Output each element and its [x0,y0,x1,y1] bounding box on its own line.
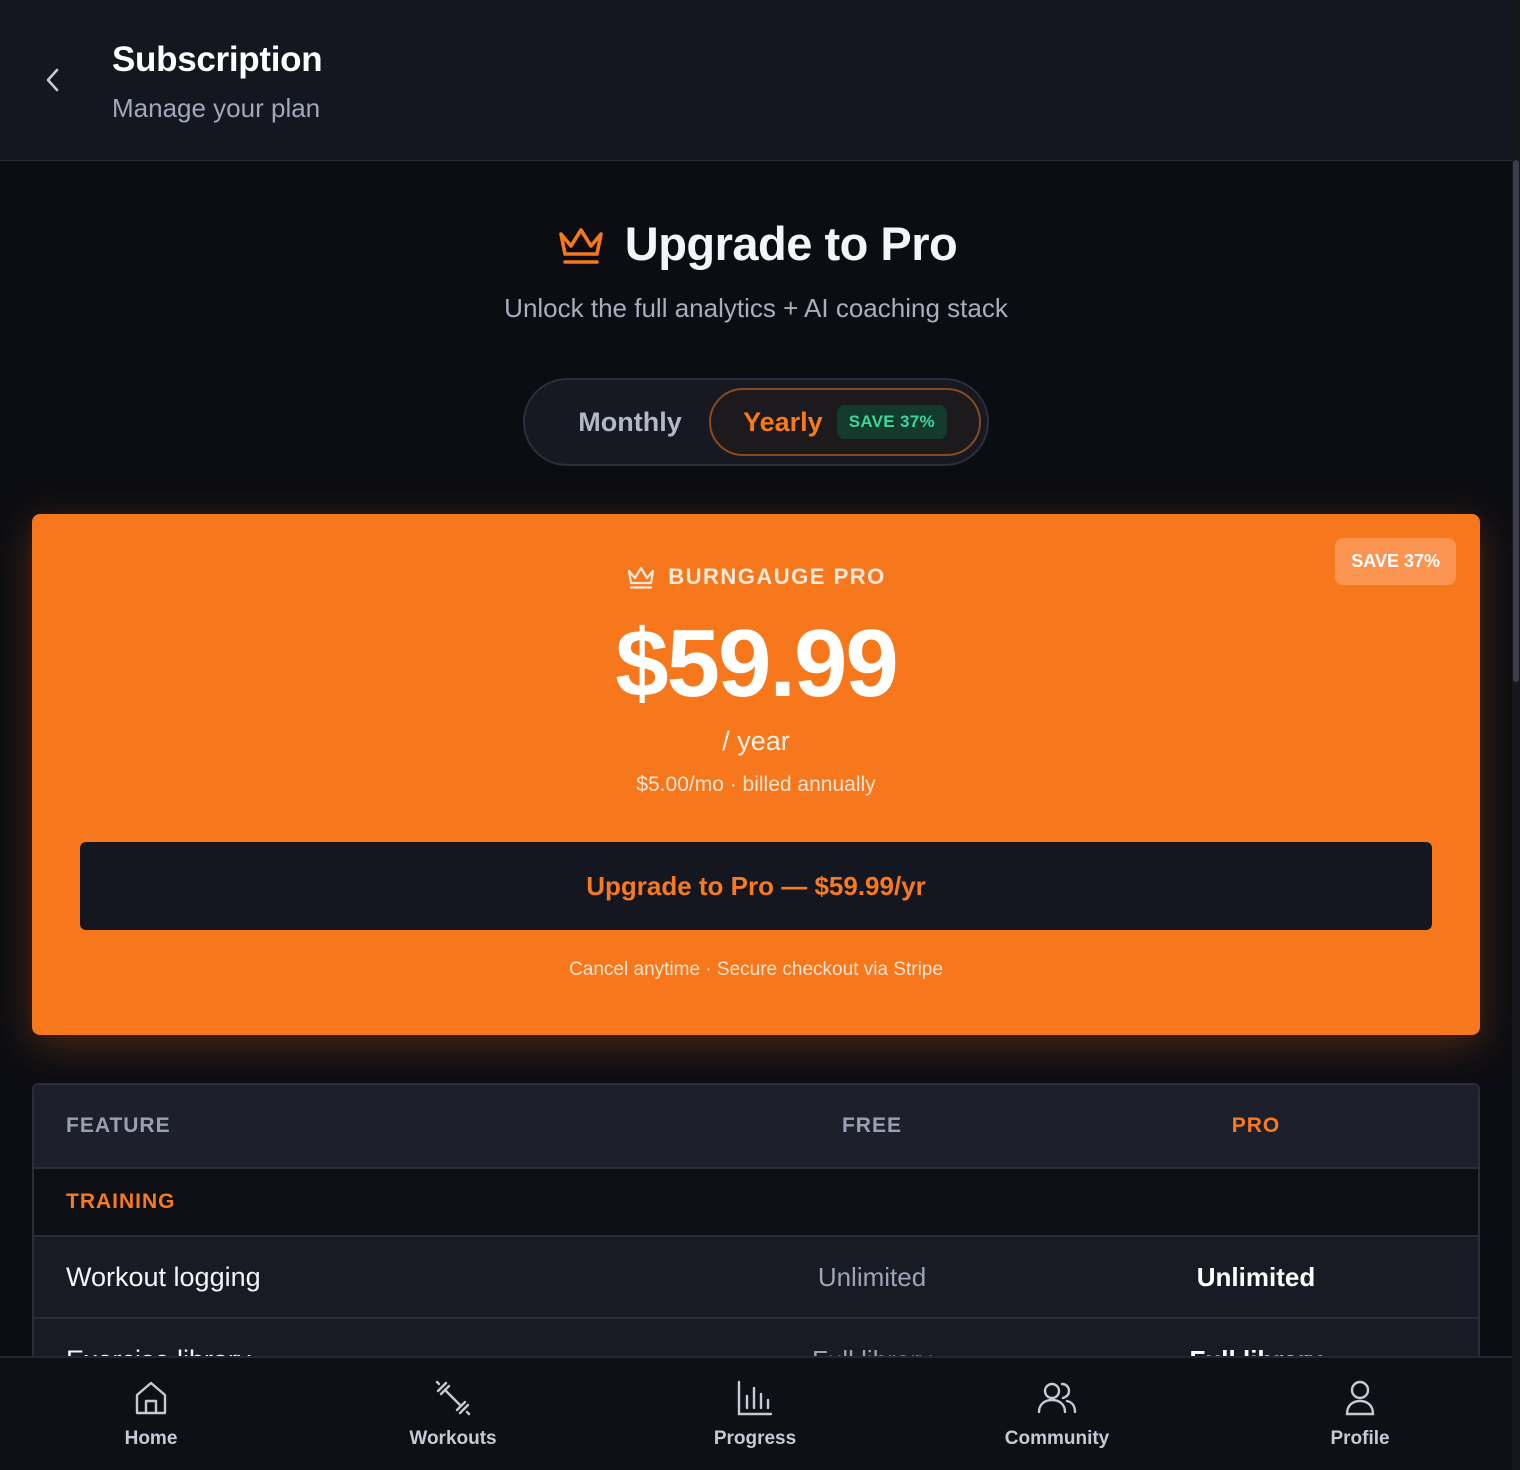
column-header-pro: PRO [1231,1114,1281,1137]
tab-profile[interactable]: Profile [1240,1358,1480,1470]
bar-chart-icon [737,1380,773,1416]
column-header-free: FREE [841,1114,902,1137]
tab-label: Progress [713,1428,797,1449]
bottom-tab-bar: Home Workouts Progress Community Profile [0,1356,1512,1470]
hero-subtitle: Unlock the full analytics + AI coaching … [504,293,1008,323]
billing-option-yearly[interactable]: Yearly SAVE 37% [709,388,981,456]
plan-monthly-equivalent: $5.00/mo · billed annually [636,773,876,796]
pro-plan-card: SAVE 37% BURNGAUGE PRO $59.99 / year $5.… [32,514,1480,1035]
app-header: Subscription Manage your plan [0,0,1512,161]
tab-progress[interactable]: Progress [635,1358,875,1470]
tab-workouts[interactable]: Workouts [333,1358,573,1470]
crown-icon [628,566,655,589]
user-icon [1345,1380,1375,1416]
plan-footnote: Cancel anytime · Secure checkout via Str… [569,959,943,980]
tab-label: Workouts [409,1428,497,1449]
plan-period: / year [722,726,790,756]
dumbbell-icon [435,1380,471,1416]
tab-home[interactable]: Home [31,1358,271,1470]
upgrade-button[interactable]: Upgrade to Pro — $59.99/yr [80,842,1432,930]
home-icon [135,1381,167,1415]
plan-name-row: BURNGAUGE PRO [32,564,1480,590]
page-subtitle: Manage your plan [112,93,321,123]
billing-option-monthly[interactable]: Monthly [549,394,711,450]
feature-name: Workout logging [66,1261,261,1292]
tab-label: Profile [1330,1428,1390,1449]
crown-icon [558,227,603,264]
table-header-row: FEATURE FREE PRO [34,1085,1478,1169]
feature-free-value: Unlimited [817,1261,927,1292]
billing-period-toggle: Monthly Yearly SAVE 37% [523,378,989,466]
scrollbar-thumb[interactable] [1513,160,1519,682]
page-title: Subscription [112,40,323,79]
tab-label: Home [124,1428,178,1449]
plan-name: BURNGAUGE PRO [668,564,886,589]
hero-title: Upgrade to Pro [624,217,958,270]
feature-pro-value: Unlimited [1196,1261,1316,1292]
savings-badge: SAVE 37% [836,405,947,439]
table-section-row: TRAINING [34,1169,1478,1237]
table-row: Workout logging Unlimited Unlimited [34,1237,1478,1319]
tab-community[interactable]: Community [937,1358,1177,1470]
billing-option-yearly-label: Yearly [743,406,823,437]
hero-heading: Upgrade to Pro [0,216,1512,271]
chevron-left-icon [46,68,59,92]
tab-label: Community [1004,1428,1110,1449]
column-header-feature: FEATURE [66,1114,171,1137]
users-icon [1037,1382,1077,1414]
section-label: TRAINING [66,1190,176,1213]
back-button[interactable] [36,62,70,98]
plan-price: $59.99 [615,610,899,717]
